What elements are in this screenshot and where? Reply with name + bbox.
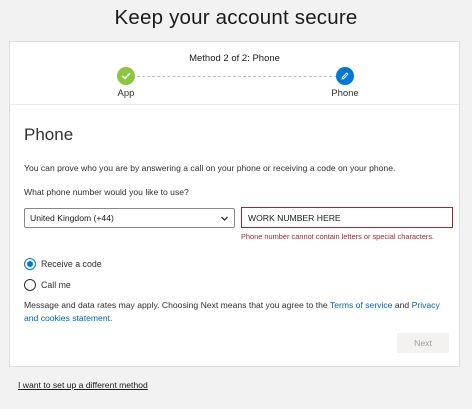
phone-question: What phone number would you like to use? [24, 187, 189, 197]
call-me-radio[interactable] [24, 279, 36, 291]
disclaimer-before: Message and data rates may apply. Choosi… [24, 300, 330, 310]
phone-error-message: Phone number cannot contain letters or s… [241, 232, 435, 241]
chevron-down-icon [221, 216, 228, 221]
next-button[interactable]: Next [397, 333, 449, 353]
country-code-value: United Kingdom (+44) [30, 213, 114, 223]
phone-number-input[interactable] [241, 207, 453, 228]
disclaimer-middle: and [392, 300, 412, 310]
country-code-select[interactable]: United Kingdom (+44) [24, 208, 235, 228]
checkmark-icon [117, 67, 135, 85]
setup-card: Method 2 of 2: Phone App Phone Phone You… [9, 41, 460, 367]
method-progress-label: Method 2 of 2: Phone [189, 53, 280, 64]
receive-code-option[interactable]: Receive a code [24, 258, 102, 270]
call-me-option[interactable]: Call me [24, 279, 71, 291]
step-connector-line [127, 76, 347, 77]
step-label-app: App [117, 88, 135, 99]
intro-text: You can prove who you are by answering a… [24, 163, 396, 173]
receive-code-radio[interactable] [24, 258, 36, 270]
page-title: Keep your account secure [114, 6, 358, 29]
receive-code-label: Receive a code [41, 259, 102, 269]
section-title: Phone [24, 125, 74, 144]
progress-stepper: Method 2 of 2: Phone App Phone [10, 42, 459, 105]
disclaimer-text: Message and data rates may apply. Choosi… [24, 299, 454, 325]
different-method-link[interactable]: I want to set up a different method [18, 380, 148, 390]
pencil-icon [336, 67, 354, 85]
step-label-phone: Phone [331, 88, 359, 99]
disclaimer-after: . [110, 313, 113, 323]
call-me-label: Call me [41, 280, 71, 290]
terms-of-service-link[interactable]: Terms of service [330, 300, 393, 310]
